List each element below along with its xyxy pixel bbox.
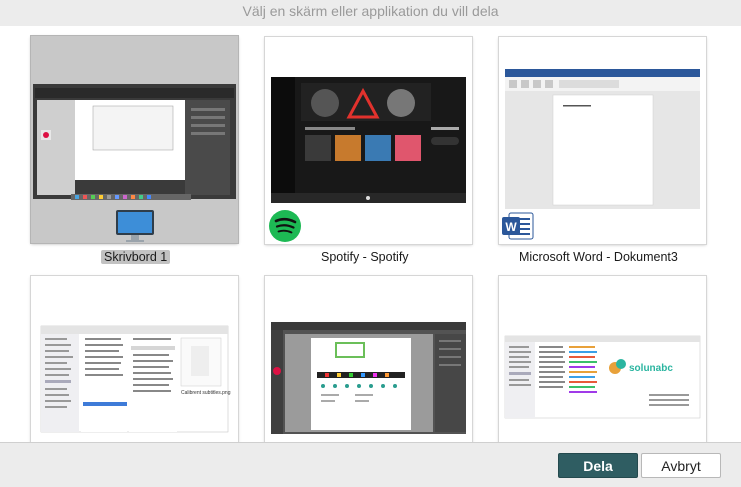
dialog-footer: Dela Avbryt: [0, 442, 741, 487]
word-icon: W: [502, 212, 534, 240]
source-tile-word[interactable]: W: [499, 37, 706, 244]
source-grid: Skrivbord 1 Spotify - Spotify W Microsof…: [0, 26, 741, 442]
source-label-desktop: Skrivbord 1: [101, 250, 171, 264]
word-icon-letter: W: [505, 220, 517, 234]
source-label-word: Microsoft Word - Dokument3: [519, 250, 678, 264]
illustrator-thumbnail: [271, 322, 466, 434]
dialog-titlebar: Välj en skärm eller applikation du vill …: [0, 0, 741, 26]
source-tile-desktop[interactable]: [31, 36, 238, 243]
monitor-icon: [116, 210, 154, 242]
dialog-title: Välj en skärm eller applikation du vill …: [242, 3, 499, 19]
source-tile-spotify[interactable]: [265, 37, 472, 244]
share-button[interactable]: Dela: [558, 453, 638, 478]
source-label-spotify: Spotify - Spotify: [321, 250, 409, 264]
brand-logo-text: solunabc: [629, 363, 673, 374]
finder-preview-caption: Calibrent subtitles.png: [181, 390, 231, 396]
spotify-icon: [269, 210, 301, 242]
source-tile-finder-brand[interactable]: solunabc: [499, 276, 706, 442]
finder-brand-thumbnail: solunabc: [504, 335, 701, 419]
source-tile-finder[interactable]: Calibrent subtitles.png: [31, 276, 238, 442]
cancel-button[interactable]: Avbryt: [641, 453, 721, 478]
source-tile-illustrator[interactable]: [265, 276, 472, 442]
finder-thumbnail: Calibrent subtitles.png: [40, 325, 231, 433]
